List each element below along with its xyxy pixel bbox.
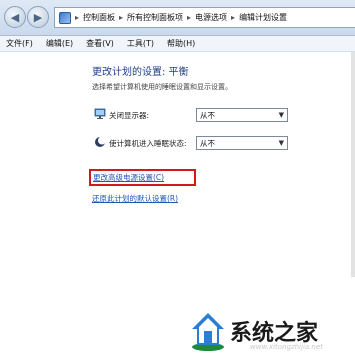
menu-bar: 文件(F) 编辑(E) 查看(V) 工具(T) 帮助(H) bbox=[0, 36, 355, 52]
scrollbar-track[interactable] bbox=[351, 52, 355, 277]
address-toolbar: ◀ ▶ ▸ 控制面板 ▸ 所有控制面板项 ▸ 电源选项 ▸ 编辑计划设置 bbox=[0, 0, 355, 36]
control-panel-icon bbox=[59, 11, 71, 24]
address-bar[interactable]: ▸ 控制面板 ▸ 所有控制面板项 ▸ 电源选项 ▸ 编辑计划设置 bbox=[54, 7, 355, 28]
breadcrumb-separator-icon: ▸ bbox=[119, 13, 124, 22]
advanced-power-settings-link[interactable]: 更改高级电源设置(C) bbox=[93, 172, 164, 183]
restore-defaults-link[interactable]: 还原此计划的默认设置(R) bbox=[92, 193, 178, 204]
arrow-left-icon: ◀ bbox=[10, 10, 20, 24]
page-subtitle: 选择希望计算机使用的睡眠设置和显示设置。 bbox=[92, 83, 232, 91]
chevron-down-icon: ▼ bbox=[278, 111, 284, 119]
display-off-label: 关闭显示器: bbox=[109, 111, 150, 120]
menu-tools[interactable]: 工具(T) bbox=[127, 38, 154, 49]
breadcrumb-item[interactable]: 电源选项 bbox=[195, 12, 227, 23]
monitor-icon bbox=[94, 108, 106, 119]
breadcrumb-separator-icon: ▸ bbox=[231, 13, 236, 22]
watermark-url: www.xitongzhijia.net bbox=[250, 343, 323, 351]
page-title: 更改计划的设置: 平衡 bbox=[92, 67, 189, 78]
breadcrumb-item[interactable]: 所有控制面板项 bbox=[127, 12, 183, 23]
watermark: 系统之家 www.xitongzhijia.net bbox=[190, 309, 355, 357]
menu-edit[interactable]: 编辑(E) bbox=[46, 38, 73, 49]
sleep-select[interactable]: 从不 ▼ bbox=[196, 136, 288, 150]
menu-file[interactable]: 文件(F) bbox=[6, 38, 33, 49]
breadcrumb-separator-icon: ▸ bbox=[75, 13, 80, 22]
menu-view[interactable]: 查看(V) bbox=[86, 38, 114, 49]
menu-help[interactable]: 帮助(H) bbox=[167, 38, 195, 49]
display-off-select[interactable]: 从不 ▼ bbox=[196, 108, 288, 122]
house-logo-icon bbox=[192, 313, 224, 351]
chevron-down-icon: ▼ bbox=[278, 139, 284, 147]
moon-icon bbox=[95, 136, 106, 147]
forward-button[interactable]: ▶ bbox=[27, 6, 49, 28]
highlight-box: 更改高级电源设置(C) bbox=[89, 169, 196, 186]
sleep-value: 从不 bbox=[200, 138, 215, 148]
breadcrumb-item[interactable]: 控制面板 bbox=[83, 12, 115, 23]
breadcrumb-separator-icon: ▸ bbox=[187, 13, 192, 22]
breadcrumb-item[interactable]: 编辑计划设置 bbox=[239, 12, 287, 23]
sleep-label: 使计算机进入睡眠状态: bbox=[109, 139, 187, 148]
display-off-value: 从不 bbox=[200, 110, 215, 120]
arrow-right-icon: ▶ bbox=[33, 10, 43, 24]
back-button[interactable]: ◀ bbox=[4, 6, 26, 28]
